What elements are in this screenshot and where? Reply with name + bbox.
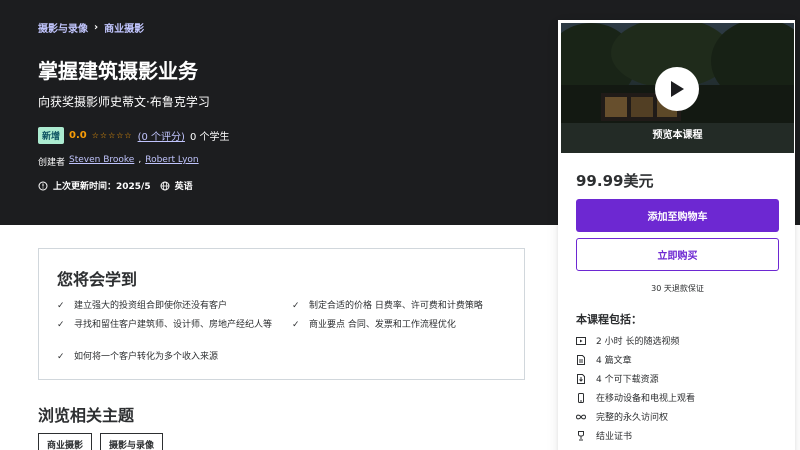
course-title: 掌握建筑摄影业务 (38, 59, 198, 83)
rating-count-link[interactable]: (0 个评分) (138, 128, 185, 143)
course-price: 99.99美元 (576, 172, 654, 190)
checkmark-icon: ✓ (57, 301, 65, 311)
add-to-cart-button[interactable]: 添加至购物车 (576, 199, 779, 232)
student-count: 0 个学生 (189, 132, 230, 143)
article-icon (577, 354, 585, 365)
new-badge: 新增 (38, 127, 65, 144)
course-meta: 上次更新时间：2025/5 英语 (38, 179, 193, 192)
rating-row: 新增 0.0 ☆☆☆☆☆ (0 个评分) 0 个学生 (38, 127, 229, 144)
checkmark-icon: ✓ (57, 352, 65, 362)
includes-item: 4 个可下载资源 (576, 372, 659, 385)
includes-item: 2 小时 长的随选视频 (576, 334, 679, 347)
checkmark-icon: ✓ (292, 320, 300, 330)
video-icon (576, 336, 586, 345)
rating-value: 0.0 (69, 130, 87, 141)
related-topic-tags: 商业摄影 摄影与录像 (38, 433, 164, 450)
buy-now-button[interactable]: 立即购买 (576, 238, 779, 271)
includes-item: 结业证书 (576, 429, 632, 442)
mobile-icon (578, 392, 584, 403)
includes-item: 在移动设备和电视上观看 (576, 391, 695, 404)
learn-item: ✓ 如何将一个客户转化为多个收入来源 (57, 352, 219, 362)
breadcrumb: 摄影与录像 › 商业摄影 (38, 20, 144, 35)
infinity-icon (576, 414, 586, 419)
instructor-link[interactable]: Steven Brooke (69, 155, 134, 168)
course-preview[interactable]: 预览本课程 (561, 23, 794, 153)
chevron-right-icon: › (94, 22, 99, 33)
creators: 创建者 Steven Brooke, Robert Lyon (38, 155, 199, 168)
checkmark-icon: ✓ (57, 320, 65, 330)
learn-item: ✓ 建立强大的投资组合即使你还没有客户 (57, 301, 228, 311)
learn-title: 您将会学到 (57, 270, 138, 289)
learn-item: ✓ 商业要点 合同、发票和工作流程优化 (292, 320, 456, 330)
instructor-link[interactable]: Robert Lyon (145, 155, 198, 168)
update-alert-icon (38, 181, 48, 190)
what-you-will-learn: 您将会学到 ✓ 建立强大的投资组合即使你还没有客户 ✓ 制定合适的价格 日费率、… (38, 248, 525, 380)
course-language: 英语 (174, 182, 193, 192)
download-icon (577, 373, 585, 384)
play-icon (671, 81, 684, 97)
learn-item: ✓ 制定合适的价格 日费率、许可费和计费策略 (292, 301, 483, 311)
breadcrumb-item-commercial-photo[interactable]: 商业摄影 (104, 20, 144, 35)
trophy-icon (578, 430, 584, 440)
last-updated: 上次更新时间：2025/5 (53, 182, 151, 192)
includes-item: 完整的永久访问权 (576, 410, 668, 423)
topic-tag[interactable]: 商业摄影 (38, 433, 93, 450)
topic-tag[interactable]: 摄影与录像 (100, 433, 164, 450)
purchase-card: 预览本课程 99.99美元 添加至购物车 立即购买 30 天退款保证 本课程包括… (558, 20, 795, 450)
globe-icon (160, 181, 170, 190)
money-back-guarantee: 30 天退款保证 (651, 284, 704, 293)
course-subtitle: 向获奖摄影师史蒂文·布鲁克学习 (38, 95, 210, 109)
star-rating-icon: ☆☆☆☆☆ (91, 131, 133, 140)
preview-label: 预览本课程 (652, 130, 703, 141)
breadcrumb-item-photo-video[interactable]: 摄影与录像 (38, 20, 88, 35)
checkmark-icon: ✓ (292, 301, 300, 311)
created-by-label: 创建者 (38, 158, 66, 168)
play-button[interactable] (655, 67, 699, 111)
includes-title: 本课程包括： (576, 313, 642, 326)
learn-item: ✓ 寻找和留住客户建筑师、设计师、房地产经纪人等 (57, 320, 273, 330)
related-topics-title: 浏览相关主题 (38, 406, 135, 425)
includes-item: 4 篇文章 (576, 353, 632, 366)
